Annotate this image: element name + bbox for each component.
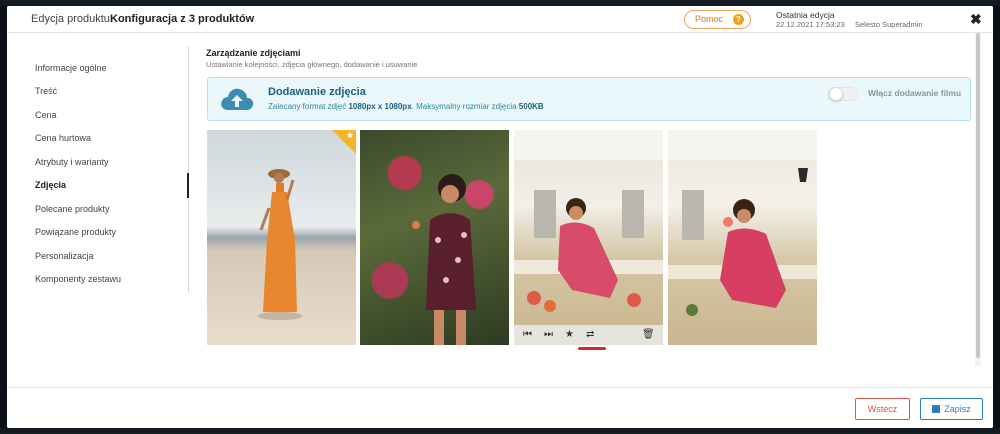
sidebar-item-atrybuty[interactable]: Atrybuty i warianty [35,157,109,167]
save-icon [932,405,941,413]
sidebar-item-komponenty[interactable]: Komponenty zestawu [35,274,121,284]
video-toggle[interactable] [828,87,858,101]
photo-2[interactable] [360,130,509,345]
product-edit-modal: Edycja produktu: Konfiguracja z 3 produk… [7,6,993,428]
save-button[interactable]: Zapisz [920,398,983,420]
upload-info: Zalecany format zdjęć 1080px x 1080px. M… [268,102,544,111]
scrollbar-thumb[interactable] [976,33,980,358]
question-icon: ? [733,14,744,25]
sidebar-item-zdjecia[interactable]: Zdjęcia [35,180,66,190]
move-last-icon[interactable]: ⏭ [544,329,553,340]
star-icon: ★ [345,130,354,140]
upload-size: 1080px x 1080px [348,102,412,111]
back-button[interactable]: Wstecz [855,398,910,420]
modal-header: Edycja produktu: Konfiguracja z 3 produk… [7,6,993,33]
section-title: Zarządzanie zdjęciami [206,48,301,58]
sidebar-nav: Informacje ogólne Treść Cena Cena hurtow… [7,46,189,293]
save-label: Zapisz [944,404,971,414]
product-name: Konfiguracja z 3 produktów [110,13,255,25]
sidebar-item-informacje-ogolne[interactable]: Informacje ogólne [35,63,107,73]
sidebar-item-cena-hurtowa[interactable]: Cena hurtowa [35,133,91,143]
sidebar-item-tresc[interactable]: Treść [35,86,57,96]
last-edit-user: Selesto Superadmin [855,20,923,29]
upload-dropzone[interactable]: Dodawanie zdjęcia Zalecany format zdjęć … [207,77,971,121]
trash-icon[interactable]: 🗑 [642,329,655,340]
cloud-upload-icon [221,88,254,110]
last-edit-title: Ostatnia edycja [776,10,835,20]
photo-4-image [668,130,817,316]
move-first-icon[interactable]: ⏮ [523,329,532,340]
last-edit-date: 22.12.2021 17:53:23 [776,20,845,29]
photo-3[interactable]: ⏮ ⏭ ★ ⇄ 🗑 [514,130,663,345]
photo-1-image [258,169,302,320]
swap-icon[interactable]: ⇄ [586,329,594,340]
upload-title: Dodawanie zdjęcia [268,86,366,98]
photo-2-image [412,174,476,345]
sidebar-item-personalizacja[interactable]: Personalizacja [35,251,94,261]
drag-indicator [578,347,606,350]
sidebar-item-powiazane[interactable]: Powiązane produkty [35,227,116,237]
photo-1[interactable]: ★ [207,130,356,345]
photo-4[interactable] [668,130,817,345]
close-icon[interactable]: ✖ [970,11,982,28]
sidebar-item-cena[interactable]: Cena [35,110,57,120]
toggle-knob [829,87,843,101]
help-label: Pomoc [695,14,724,24]
video-toggle-label: Włącz dodawanie filmu [868,88,962,98]
modal-footer: Wstecz Zapisz [7,387,993,428]
modal-title-label: Edycja produktu: [31,13,113,25]
photo-3-image [514,130,663,312]
upload-max-size: 500KB [518,102,544,111]
sidebar-item-polecane[interactable]: Polecane produkty [35,204,110,214]
sidebar-active-indicator [187,173,189,198]
photo-toolbar: ⏮ ⏭ ★ ⇄ 🗑 [514,325,663,345]
page-backdrop-bottom [0,428,1000,434]
help-button[interactable]: Pomoc ? [684,10,751,29]
star-icon[interactable]: ★ [565,329,574,340]
section-subtitle: Ustawianie kolejności, zdjęcia głównego,… [206,60,418,69]
